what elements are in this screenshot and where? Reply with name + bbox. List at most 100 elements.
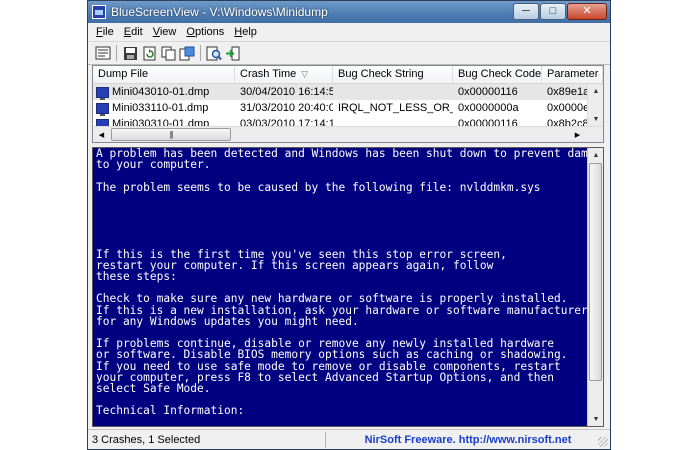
list-horizontal-scrollbar[interactable]: ◀ ||| ▶ bbox=[93, 126, 603, 142]
dump-file-icon bbox=[96, 86, 109, 100]
nirsoft-link[interactable]: NirSoft Freeware. http://www.nirsoft.net bbox=[326, 434, 610, 446]
column-bug-check-code[interactable]: Bug Check Code bbox=[453, 66, 542, 84]
minimize-button[interactable]: ─ bbox=[513, 3, 539, 20]
blue-screen-line bbox=[96, 204, 588, 215]
menu-options-label: ptions bbox=[194, 26, 225, 38]
menu-view-accel: V bbox=[152, 26, 160, 38]
bug-check-code-cell: 0x00000116 bbox=[458, 86, 518, 98]
column-label: Bug Check String bbox=[338, 68, 424, 80]
blue-screen-line: select Safe Mode. bbox=[96, 381, 211, 395]
scroll-right-arrow-icon[interactable]: ▶ bbox=[570, 128, 585, 141]
maximize-button[interactable]: □ bbox=[540, 3, 566, 20]
column-label: Bug Check Code bbox=[458, 68, 542, 80]
blue-screen-line bbox=[96, 215, 588, 226]
menu-file-accel: F bbox=[96, 26, 103, 38]
menu-help[interactable]: Help bbox=[234, 26, 257, 38]
copy-button[interactable] bbox=[159, 44, 177, 62]
blue-screen-line: The problem seems to be caused by the fo… bbox=[96, 180, 541, 194]
toolbar bbox=[88, 41, 610, 65]
scroll-up-arrow-icon[interactable]: ▲ bbox=[588, 148, 603, 162]
menu-options-accel: O bbox=[186, 26, 195, 38]
dump-file-cell: Mini043010-01.dmp bbox=[93, 84, 235, 100]
crash-time-cell: 31/03/2010 20:40:04 bbox=[240, 102, 333, 114]
menu-bar: File Edit View Options Help bbox=[88, 23, 610, 41]
blue-screen-line: to your computer. bbox=[96, 158, 211, 172]
list-body: Mini043010-01.dmp 30/04/2010 16:14:50 0x… bbox=[93, 84, 603, 132]
bluescreenview-icon bbox=[92, 5, 106, 19]
minimize-icon: ─ bbox=[522, 5, 530, 17]
title-bar[interactable]: BlueScreenView - V:\Windows\Minidump ─ □… bbox=[88, 1, 610, 23]
scroll-down-arrow-icon[interactable]: ▼ bbox=[588, 112, 603, 126]
menu-options[interactable]: Options bbox=[186, 26, 224, 38]
list-vertical-scrollbar[interactable]: ▲ ▼ bbox=[587, 84, 603, 126]
find-icon bbox=[206, 46, 222, 60]
column-label: Dump File bbox=[98, 68, 149, 80]
dump-file-icon bbox=[96, 102, 109, 116]
column-dump-file[interactable]: Dump File bbox=[93, 66, 235, 84]
list-header: Dump File Crash Time ▽ Bug Check String B… bbox=[93, 66, 603, 84]
column-bug-check-string[interactable]: Bug Check String bbox=[333, 66, 453, 84]
blue-screen-line bbox=[96, 193, 588, 204]
scroll-down-arrow-icon[interactable]: ▼ bbox=[588, 412, 603, 426]
bug-check-string-cell: IRQL_NOT_LESS_OR_EQ... bbox=[338, 102, 453, 114]
crash-list[interactable]: Dump File Crash Time ▽ Bug Check String B… bbox=[92, 65, 604, 143]
column-crash-time[interactable]: Crash Time ▽ bbox=[235, 66, 333, 84]
blue-screen-line: these steps: bbox=[96, 270, 177, 284]
copy-icon bbox=[161, 46, 175, 60]
html-report-button[interactable] bbox=[178, 44, 196, 62]
scroll-left-arrow-icon[interactable]: ◀ bbox=[94, 128, 109, 141]
menu-view-label: iew bbox=[159, 26, 177, 38]
resize-grip-icon[interactable] bbox=[598, 437, 608, 447]
dump-file-name: Mini043010-01.dmp bbox=[112, 86, 210, 98]
bug-check-code-cell: 0x0000000a bbox=[458, 102, 519, 114]
status-bar: 3 Crashes, 1 Selected NirSoft Freeware. … bbox=[88, 429, 610, 449]
scroll-up-arrow-icon[interactable]: ▲ bbox=[588, 84, 603, 98]
blue-screen-line: for any Windows updates you might need. bbox=[96, 314, 359, 328]
menu-edit[interactable]: Edit bbox=[124, 26, 143, 38]
sort-descending-icon: ▽ bbox=[301, 69, 308, 79]
menu-file-label: ile bbox=[102, 26, 114, 38]
horizontal-scroll-thumb[interactable]: ||| bbox=[111, 128, 231, 141]
exit-button[interactable] bbox=[224, 44, 242, 62]
window-title: BlueScreenView - V:\Windows\Minidump bbox=[111, 5, 328, 19]
blue-screen-line: Check to make sure any new hardware or s… bbox=[96, 292, 568, 306]
crash-time-cell: 30/04/2010 16:14:50 bbox=[240, 86, 333, 98]
dump-file-name: Mini033110-01.dmp bbox=[112, 102, 209, 114]
toolbar-separator bbox=[200, 45, 201, 61]
dump-file-cell: Mini033110-01.dmp bbox=[93, 100, 235, 116]
scrollbar-track[interactable] bbox=[588, 98, 603, 112]
menu-help-label: elp bbox=[242, 26, 257, 38]
refresh-icon bbox=[143, 46, 155, 60]
table-row[interactable]: Mini033110-01.dmp 31/03/2010 20:40:04 IR… bbox=[93, 100, 603, 116]
menu-file[interactable]: File bbox=[96, 26, 114, 38]
find-button[interactable] bbox=[205, 44, 223, 62]
properties-button[interactable] bbox=[94, 44, 112, 62]
preview-vertical-scrollbar[interactable]: ▲ ▼ bbox=[587, 148, 603, 426]
bug-check-string-cell bbox=[333, 84, 453, 100]
app-window: BlueScreenView - V:\Windows\Minidump ─ □… bbox=[87, 0, 611, 450]
blue-screen-line bbox=[96, 170, 588, 181]
refresh-button[interactable] bbox=[140, 44, 158, 62]
save-button[interactable] bbox=[121, 44, 139, 62]
menu-edit-label: dit bbox=[131, 26, 143, 38]
column-label: Parameter 1 bbox=[547, 68, 603, 80]
exit-icon bbox=[226, 46, 240, 60]
blue-screen-line: or software. Disable BIOS memory options… bbox=[96, 348, 568, 362]
column-parameter-1[interactable]: Parameter 1 bbox=[542, 66, 603, 84]
maximize-icon: □ bbox=[549, 5, 557, 17]
table-row[interactable]: Mini043010-01.dmp 30/04/2010 16:14:50 0x… bbox=[93, 84, 603, 100]
properties-icon bbox=[95, 46, 111, 60]
blue-screen-line bbox=[96, 417, 588, 427]
blue-screen-line: Technical Information: bbox=[96, 404, 245, 418]
close-button[interactable]: ✕ bbox=[567, 3, 607, 20]
vertical-scroll-thumb[interactable] bbox=[589, 163, 602, 381]
menu-view[interactable]: View bbox=[153, 26, 177, 38]
blue-screen-text: A problem has been detected and Windows … bbox=[96, 148, 603, 427]
status-crash-count: 3 Crashes, 1 Selected bbox=[88, 431, 326, 448]
blue-screen-line bbox=[96, 226, 588, 237]
save-icon bbox=[123, 46, 137, 60]
blue-screen-preview[interactable]: A problem has been detected and Windows … bbox=[92, 147, 604, 427]
caption-buttons: ─ □ ✕ bbox=[513, 3, 607, 20]
blue-screen-line bbox=[96, 238, 588, 249]
column-label: Crash Time bbox=[240, 68, 297, 80]
